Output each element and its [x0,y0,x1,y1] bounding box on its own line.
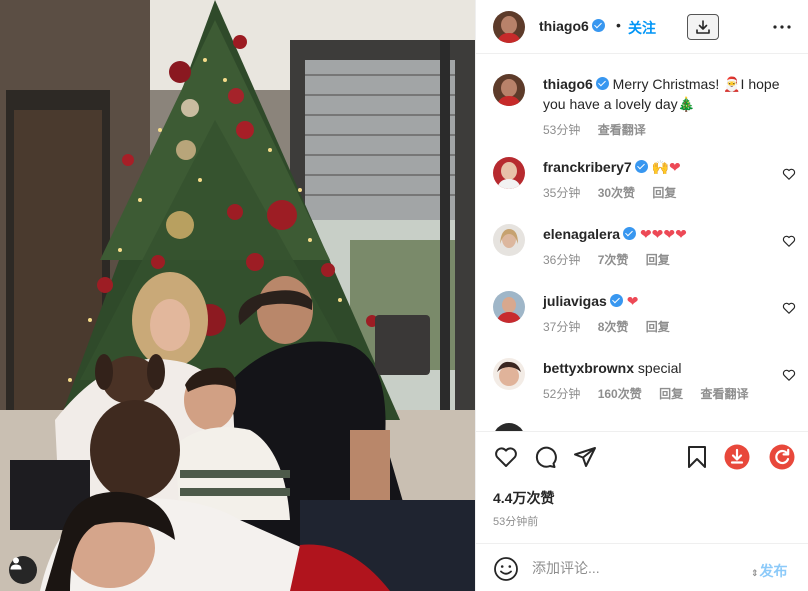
comment-body: juliavigas ❤ 37分钟 8次赞 回复 [543,291,783,337]
comment-icon [535,446,557,468]
send-icon [574,447,596,467]
heart-icon [495,447,517,467]
caption-avatar[interactable] [493,74,525,106]
tagged-user-icon[interactable] [9,556,37,584]
post-actions: 4.4万次赞 53分钟前 [476,431,808,541]
comment-time[interactable]: 52分钟 [543,387,580,401]
verified-badge-icon [623,227,637,240]
emoji-button[interactable] [493,556,519,582]
comment-likes[interactable]: 160次赞 [598,387,642,401]
avatar-image [493,224,525,256]
comment-avatar[interactable] [493,358,525,390]
verified-badge-icon [595,77,609,90]
avatar-image [493,11,525,43]
comment-username[interactable]: juliavigas [543,293,607,309]
author-avatar[interactable] [493,11,525,43]
more-options-button[interactable] [771,16,793,38]
comments-list[interactable]: thiago6 Merry Christmas! 🎅I hope you hav… [476,55,808,431]
comment-text: special [637,360,682,376]
post-comment-button[interactable]: ⇕发布 [751,561,788,581]
likes-count[interactable]: 4.4万次赞 [493,488,554,508]
comment-time[interactable]: 36分钟 [543,253,580,267]
comment-body: bettyxbrownx special 52分钟 160次赞 回复 查看翻译 [543,358,783,404]
comment-button[interactable] [532,444,558,470]
follow-button[interactable]: 关注 [628,18,656,38]
verified-badge-icon [634,160,648,173]
comment-avatar[interactable] [493,157,525,189]
person-icon [10,557,22,570]
comment-meta: 37分钟 8次赞 回复 [543,317,783,337]
comment-like-heart-icon[interactable] [782,301,796,315]
comment-time[interactable]: 35分钟 [543,186,580,200]
avatar-image [493,157,525,189]
red-refresh-icon [769,444,795,470]
comment-input[interactable] [532,558,742,578]
more-icon [773,25,791,29]
caption-time[interactable]: 53分钟 [543,123,580,137]
comment-likes[interactable]: 8次赞 [598,320,629,334]
comment-time[interactable]: 37分钟 [543,320,580,334]
comment-reply-link[interactable]: 回复 [652,186,676,200]
comment-text: ❤ [626,293,639,309]
author-username-text[interactable]: thiago6 [539,18,589,34]
red-download-icon [724,444,750,470]
comment-likes[interactable]: 7次赞 [598,253,629,267]
comment-meta: 35分钟 30次赞 回复 [543,183,783,203]
comment-text: 🙌❤ [651,159,681,175]
comment-body: elenagalera ❤❤❤❤ 36分钟 7次赞 回复 [543,224,783,270]
post-timestamp[interactable]: 53分钟前 [493,513,538,529]
comment-username[interactable]: elenagalera [543,226,620,242]
comment-reply-link[interactable]: 回复 [659,387,683,401]
avatar-image [493,423,525,431]
comment-username[interactable]: bettyxbrownx [543,360,634,376]
like-button[interactable] [493,444,519,470]
share-button[interactable] [572,444,598,470]
comment-body: franckribery7 🙌❤ 35分钟 30次赞 回复 [543,157,783,203]
resize-caret-icon: ⇕ [751,568,759,578]
post-header: thiago6 • 关注 [476,0,808,54]
bookmark-icon [688,446,706,468]
download-button[interactable] [687,14,719,40]
save-button[interactable] [684,444,710,470]
comment-meta: 52分钟 160次赞 回复 查看翻译 [543,384,783,404]
post-comment-label[interactable]: 发布 [760,563,788,579]
family-christmas-photo [0,0,475,591]
extension-refresh-button[interactable] [769,444,795,470]
comment-like-heart-icon[interactable] [782,167,796,181]
comment-likes[interactable]: 30次赞 [598,186,635,200]
add-comment-bar: ⇕发布 [476,543,808,591]
comment-avatar[interactable] [493,423,525,431]
caption-meta: 53分钟 查看翻译 [543,120,783,140]
caption-translate-link[interactable]: 查看翻译 [598,123,646,137]
comment-avatar[interactable] [493,224,525,256]
comment-meta: 36分钟 7次赞 回复 [543,250,783,270]
post-photo[interactable] [0,0,475,591]
header-separator: • [616,17,621,33]
avatar-image [493,358,525,390]
caption-body: thiago6 Merry Christmas! 🎅I hope you hav… [543,74,783,140]
avatar-image [493,291,525,323]
verified-badge-icon [609,294,623,307]
comment-like-heart-icon[interactable] [782,368,796,382]
avatar-image [493,74,525,106]
comment-like-heart-icon[interactable] [782,234,796,248]
post-side-panel: thiago6 • 关注 thiago6 Merry Christmas! 🎅I… [475,0,808,591]
caption-username[interactable]: thiago6 [543,76,593,92]
download-icon [696,20,710,34]
comment-reply-link[interactable]: 回复 [646,253,670,267]
comment-text: ❤❤❤❤ [639,226,687,242]
comment-username[interactable]: franckribery7 [543,159,632,175]
verified-badge-icon [591,19,605,32]
comment-reply-link[interactable]: 回复 [646,320,670,334]
comment-avatar[interactable] [493,291,525,323]
comment-translate-link[interactable]: 查看翻译 [700,387,748,401]
emoji-icon [494,557,518,581]
extension-download-button[interactable] [724,444,750,470]
author-username[interactable]: thiago6 [539,18,605,34]
